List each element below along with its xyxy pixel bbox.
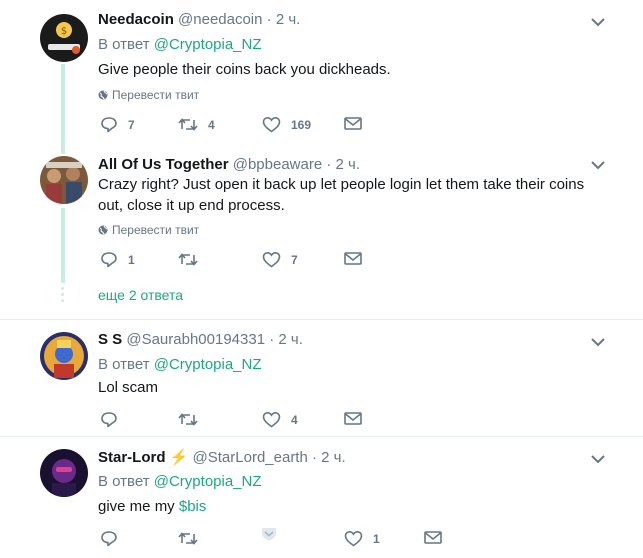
like-button[interactable]: 1	[344, 530, 380, 547]
separator-dot: ·	[266, 11, 272, 28]
reply-button[interactable]: 7	[100, 116, 135, 133]
reply-to-label: В ответ	[98, 473, 150, 490]
cashtag-link[interactable]: $bis	[179, 498, 207, 515]
globe-icon	[98, 90, 108, 100]
mention-link[interactable]: @Cryptopia_NZ	[154, 356, 262, 373]
svg-text:$: $	[61, 26, 67, 37]
reply-icon	[101, 531, 117, 547]
author-name[interactable]: All Of Us Together	[98, 156, 229, 173]
heart-icon	[262, 251, 281, 268]
tweet-text: Crazy right? Just open it back up let pe…	[98, 176, 585, 214]
retweet-button[interactable]	[178, 251, 208, 268]
like-count: 7	[291, 252, 298, 267]
reply-to-label: В ответ	[98, 356, 150, 373]
direct-message-button[interactable]	[344, 116, 362, 131]
avatar[interactable]: $	[40, 14, 88, 62]
reply-button[interactable]	[100, 411, 128, 428]
reply-button[interactable]	[100, 530, 128, 547]
author-name[interactable]: S S	[98, 331, 122, 348]
tweet[interactable]: Star-Lord ⚡ @StarLord_earth · 2 ч. В отв…	[0, 437, 643, 558]
retweet-icon	[178, 118, 198, 131]
heart-icon	[262, 116, 281, 133]
mention-link[interactable]: @Cryptopia_NZ	[154, 36, 262, 53]
author-handle[interactable]: @Saurabh00194331	[126, 331, 265, 348]
envelope-icon	[344, 252, 362, 265]
author-name[interactable]: Needacoin	[98, 11, 174, 28]
like-button[interactable]: 169	[262, 116, 311, 133]
reply-button[interactable]: 1	[100, 251, 135, 268]
retweet-icon	[178, 532, 198, 545]
reply-to-label: В ответ	[98, 36, 150, 53]
translate-link[interactable]: Перевести твит	[98, 88, 199, 102]
heart-icon	[344, 530, 363, 547]
lightning-emoji: ⚡	[169, 449, 189, 466]
author-handle[interactable]: @StarLord_earth	[193, 449, 308, 466]
envelope-icon	[344, 412, 362, 425]
retweet-icon	[178, 253, 198, 266]
envelope-icon	[424, 531, 442, 544]
retweet-button[interactable]	[178, 411, 208, 428]
translate-label: Перевести твит	[112, 88, 200, 102]
chevron-down-icon[interactable]	[591, 17, 605, 27]
chevron-down-icon[interactable]	[591, 454, 605, 464]
author-handle[interactable]: @bpbeaware	[233, 156, 322, 173]
separator-dot: ·	[269, 331, 275, 348]
retweet-icon	[178, 413, 198, 426]
separator-dot: ·	[312, 449, 317, 466]
envelope-icon	[344, 117, 362, 130]
avatar[interactable]	[40, 156, 88, 204]
like-count: 169	[291, 117, 312, 132]
direct-message-button[interactable]	[424, 530, 442, 545]
timestamp[interactable]: 2 ч.	[336, 156, 361, 173]
timestamp[interactable]: 2 ч.	[276, 11, 301, 28]
tweet-text: Give people their coins back you dickhea…	[98, 61, 391, 78]
reply-icon	[101, 412, 117, 428]
retweet-button[interactable]: 4	[178, 116, 215, 133]
like-count: 4	[291, 412, 298, 427]
show-more-replies-link[interactable]: еще 2 ответа	[98, 287, 183, 303]
reply-icon	[101, 252, 117, 268]
avatar[interactable]	[40, 449, 88, 497]
chevron-down-icon[interactable]	[591, 160, 605, 170]
like-count: 1	[373, 531, 380, 546]
separator-dot: ·	[326, 156, 332, 173]
author-handle[interactable]: @needacoin	[178, 11, 262, 28]
chevron-down-icon[interactable]	[591, 337, 605, 347]
timestamp[interactable]: 2 ч.	[321, 449, 346, 466]
avatar[interactable]	[40, 332, 88, 380]
translate-label: Перевести твит	[112, 223, 200, 237]
like-button[interactable]: 4	[262, 411, 298, 428]
reply-icon	[101, 117, 117, 133]
direct-message-button[interactable]	[344, 251, 362, 266]
tweet-text: Lol scam	[98, 379, 159, 396]
tweet[interactable]: $ Needacoin @needacoin · 2 ч. В ответ @C…	[0, 0, 643, 150]
retweet-count: 4	[208, 117, 215, 132]
author-name[interactable]: Star-Lord	[98, 449, 166, 466]
direct-message-button[interactable]	[344, 411, 362, 426]
timestamp[interactable]: 2 ч.	[278, 331, 303, 348]
tweet[interactable]: All Of Us Together @bpbeaware · 2 ч. Cra…	[0, 150, 643, 320]
retweet-button[interactable]	[178, 530, 208, 547]
globe-icon	[98, 225, 108, 235]
tip-button[interactable]	[260, 526, 278, 542]
translate-link[interactable]: Перевести твит	[98, 223, 199, 237]
tweet-text: give me my	[98, 498, 175, 515]
reply-count: 7	[128, 117, 135, 132]
like-button[interactable]: 7	[262, 251, 298, 268]
shield-icon	[262, 528, 276, 541]
mention-link[interactable]: @Cryptopia_NZ	[154, 473, 262, 490]
tweet[interactable]: S S @Saurabh00194331 · 2 ч. В ответ @Cry…	[0, 320, 643, 436]
heart-icon	[262, 411, 281, 428]
reply-count: 1	[128, 252, 135, 267]
